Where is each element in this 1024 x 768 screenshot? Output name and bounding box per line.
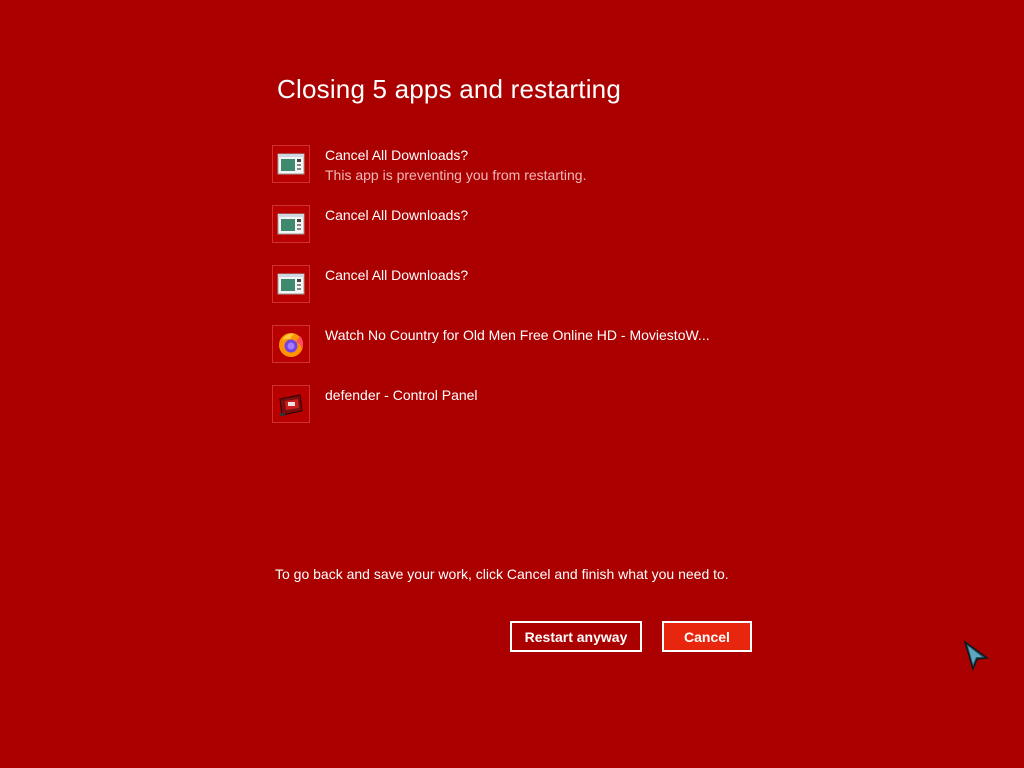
app-name: Cancel All Downloads? xyxy=(325,147,469,163)
list-item: defender - Control Panel xyxy=(272,385,792,425)
mouse-pointer-icon xyxy=(963,640,991,677)
app-name: Cancel All Downloads? xyxy=(325,207,469,223)
list-item: Cancel All Downloads? xyxy=(272,205,792,245)
page-title: Closing 5 apps and restarting xyxy=(277,74,622,104)
app-entry-text: Cancel All Downloads? xyxy=(325,266,468,285)
download-dialog-icon xyxy=(272,265,310,303)
app-entry-text: Watch No Country for Old Men Free Online… xyxy=(325,326,710,345)
control-panel-icon xyxy=(272,385,310,423)
download-dialog-icon xyxy=(272,205,310,243)
restart-anyway-button[interactable]: Restart anyway xyxy=(510,621,642,652)
app-name: Watch No Country for Old Men Free Online… xyxy=(325,327,710,343)
app-status: This app is preventing you from restarti… xyxy=(325,167,587,183)
download-dialog-icon xyxy=(272,145,310,183)
firefox-icon xyxy=(272,325,310,363)
cancel-button[interactable]: Cancel xyxy=(662,621,752,652)
restart-screen: Closing 5 apps and restarting Cancel All… xyxy=(0,0,1024,768)
list-item: Cancel All Downloads? This app is preven… xyxy=(272,145,792,185)
app-name: Cancel All Downloads? xyxy=(325,267,469,283)
instruction-text: To go back and save your work, click Can… xyxy=(275,566,729,582)
app-name: defender - Control Panel xyxy=(325,387,478,403)
app-entry-text: Cancel All Downloads? This app is preven… xyxy=(325,146,586,185)
app-entry-text: Cancel All Downloads? xyxy=(325,206,468,225)
list-item: Watch No Country for Old Men Free Online… xyxy=(272,325,792,365)
app-entry-text: defender - Control Panel xyxy=(325,386,478,405)
list-item: Cancel All Downloads? xyxy=(272,265,792,305)
